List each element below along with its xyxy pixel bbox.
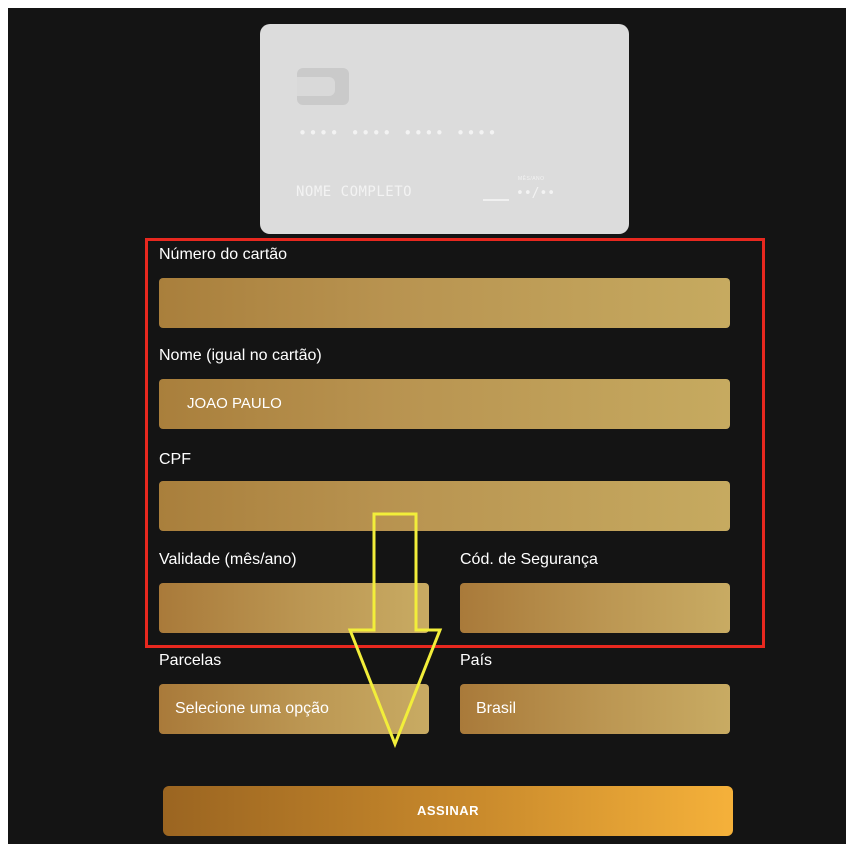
installments-label: Parcelas: [159, 652, 222, 669]
credit-card-preview: •••• •••• •••• •••• NOME COMPLETO MÊS/AN…: [260, 24, 629, 234]
card-validity-label: MÊS/ANO: [518, 176, 545, 182]
card-validity-underline: [483, 199, 509, 201]
country-label: País: [460, 652, 493, 669]
card-chip-icon: [297, 68, 349, 105]
card-name-preview: NOME COMPLETO: [296, 184, 413, 200]
highlight-box: [145, 238, 765, 648]
card-number-preview: •••• •••• •••• ••••: [298, 124, 499, 142]
country-select[interactable]: Brasil: [460, 684, 730, 734]
down-arrow-icon: [347, 512, 443, 748]
card-validity-preview: ••/••: [516, 186, 556, 201]
submit-button[interactable]: ASSINAR: [163, 786, 733, 836]
